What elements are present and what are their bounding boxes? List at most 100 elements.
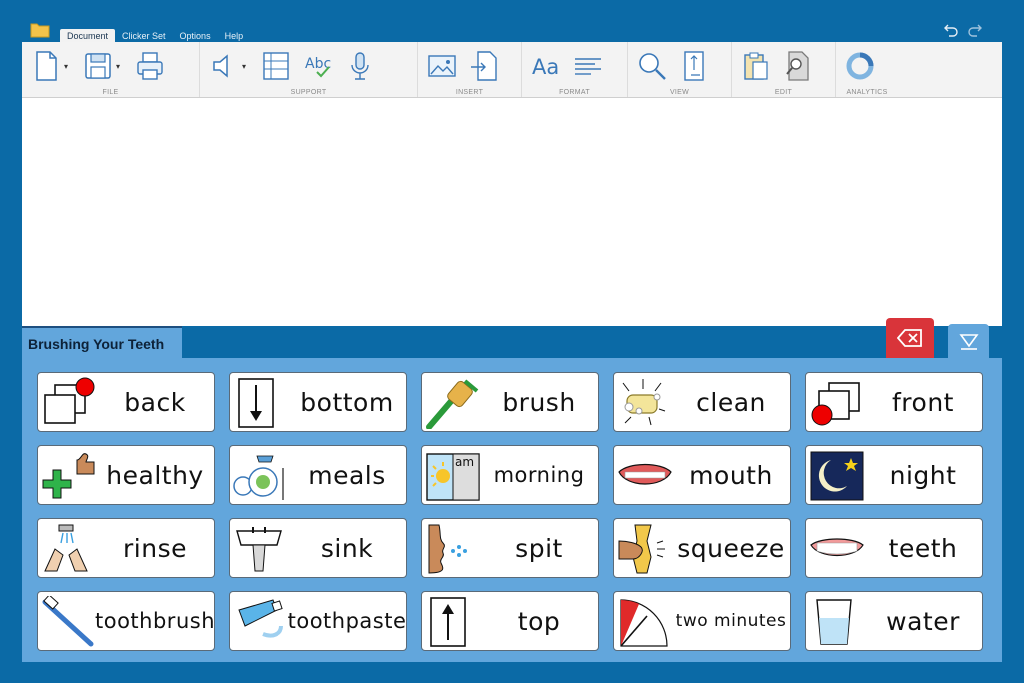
cell-rinse[interactable]: rinse [37, 518, 215, 578]
print-button[interactable] [134, 48, 166, 84]
cell-label: teeth [888, 533, 958, 563]
rinse-hands-icon [44, 524, 88, 572]
tab-help[interactable]: Help [218, 29, 251, 43]
cell-label: two minutes [675, 611, 787, 631]
cell-label: night [889, 460, 957, 490]
ribbon: ▾ ▾ FILE ▾ Abc SUPPORT INSERT Aa FORMAT … [22, 42, 1002, 98]
clipboard-icon [744, 52, 768, 80]
cell-sink[interactable]: sink [229, 518, 407, 578]
tab-clicker-set[interactable]: Clicker Set [115, 29, 173, 43]
group-edit: EDIT [732, 42, 836, 97]
group-label-view: VIEW [669, 89, 690, 96]
zoom-button[interactable] [636, 48, 668, 84]
mouth-icon [618, 463, 672, 485]
cell-label: spit [515, 533, 563, 563]
am-label: am [455, 455, 474, 469]
cell-teeth[interactable]: teeth [805, 518, 983, 578]
delete-button[interactable] [886, 318, 934, 358]
group-analytics: ANALYTICS [836, 42, 898, 97]
word-bank-button[interactable] [260, 48, 292, 84]
cell-night[interactable]: night [805, 445, 983, 505]
document-text-area[interactable] [22, 98, 1002, 326]
font-button[interactable]: Aa [530, 48, 562, 84]
folder-icon[interactable] [30, 22, 50, 38]
backspace-icon [897, 329, 922, 347]
squeeze-icon [618, 524, 665, 574]
undo-redo [942, 20, 984, 38]
save-button[interactable] [82, 48, 114, 84]
microphone-icon [351, 52, 369, 80]
insert-file-button[interactable] [468, 48, 500, 84]
meals-icon [233, 455, 284, 500]
cell-spit[interactable]: spit [421, 518, 599, 578]
group-label-format: FORMAT [559, 89, 590, 96]
analytics-button[interactable] [844, 48, 876, 84]
toothpaste-icon [238, 599, 283, 638]
brush-icon [426, 379, 479, 429]
align-left-icon [575, 58, 601, 75]
new-dropdown-caret[interactable]: ▾ [64, 62, 72, 71]
group-view: VIEW [628, 42, 732, 97]
insert-file-icon [471, 51, 497, 81]
group-label-insert: INSERT [455, 89, 484, 96]
tab-options[interactable]: Options [173, 29, 218, 43]
healthy-icon [42, 453, 95, 499]
align-button[interactable] [572, 48, 604, 84]
undo-icon[interactable] [942, 20, 960, 38]
speaker-icon [213, 54, 228, 78]
font-text: Aa [532, 55, 559, 79]
cell-bottom[interactable]: bottom [229, 372, 407, 432]
save-icon [85, 53, 111, 79]
cell-back[interactable]: back [37, 372, 215, 432]
spellcheck-button[interactable]: Abc [302, 48, 334, 84]
analytics-donut-icon [846, 52, 874, 80]
cell-label: mouth [689, 460, 773, 490]
cell-label: toothbrush [95, 609, 215, 633]
speech-dropdown-caret[interactable]: ▾ [242, 62, 250, 71]
page-size-icon [684, 51, 704, 81]
cell-clean[interactable]: clean [613, 372, 791, 432]
cell-toothbrush[interactable]: toothbrush [37, 591, 215, 651]
cell-label: squeeze [677, 533, 785, 563]
cell-mouth[interactable]: mouth [613, 445, 791, 505]
redo-icon[interactable] [966, 20, 984, 38]
speech-button[interactable] [208, 48, 240, 84]
timer-icon [620, 599, 668, 647]
cell-brush[interactable]: brush [421, 372, 599, 432]
hide-grid-button[interactable] [948, 324, 989, 358]
cell-label: clean [696, 387, 766, 417]
sink-icon [236, 527, 282, 572]
page-view-button[interactable] [678, 48, 710, 84]
cell-toothpaste[interactable]: toothpaste [229, 591, 407, 651]
tab-document[interactable]: Document [60, 29, 116, 43]
cell-front[interactable]: front [805, 372, 983, 432]
night-icon [810, 451, 864, 501]
spit-icon [428, 524, 467, 574]
cell-two-minutes[interactable]: two minutes [613, 591, 791, 651]
group-insert: INSERT [418, 42, 522, 97]
triangle-down-icon [958, 334, 979, 350]
new-document-button[interactable] [30, 48, 62, 84]
teeth-icon [810, 538, 864, 556]
cell-label: healthy [106, 460, 204, 490]
cell-morning[interactable]: am morning [421, 445, 599, 505]
cell-healthy[interactable]: healthy [37, 445, 215, 505]
cell-label: top [517, 606, 561, 636]
group-label-edit: EDIT [774, 89, 793, 96]
save-dropdown-caret[interactable]: ▾ [116, 62, 124, 71]
find-replace-button[interactable] [782, 48, 814, 84]
menubar: Document Clicker Set Options Help [60, 29, 250, 43]
group-file: ▾ ▾ FILE [22, 42, 200, 97]
cell-meals[interactable]: meals [229, 445, 407, 505]
back-icon [44, 377, 95, 424]
magnifier-icon [639, 53, 666, 80]
cell-label: rinse [123, 533, 187, 563]
cell-squeeze[interactable]: squeeze [613, 518, 791, 578]
cell-water[interactable]: water [805, 591, 983, 651]
spellcheck-icon: Abc [305, 56, 331, 78]
cell-top[interactable]: top [421, 591, 599, 651]
set-title-tab[interactable]: Brushing Your Teeth [22, 326, 182, 359]
paste-button[interactable] [740, 48, 772, 84]
insert-picture-button[interactable] [426, 48, 458, 84]
microphone-button[interactable] [344, 48, 376, 84]
